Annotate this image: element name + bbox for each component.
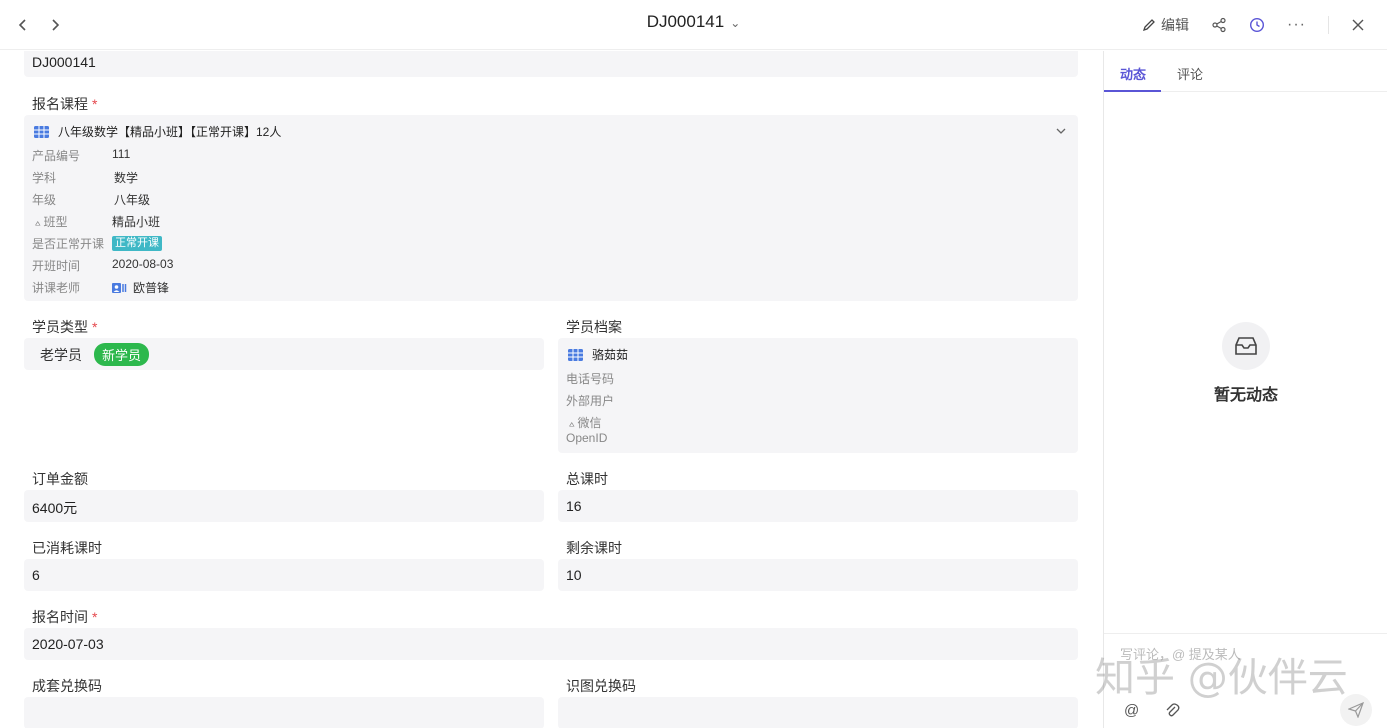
student-type-label: 学员类型 * — [32, 319, 98, 335]
course-field-value: 八年级 — [114, 193, 151, 207]
order-number-value: DJ000141 — [32, 54, 96, 70]
order-number-field[interactable]: DJ000141 — [24, 51, 1078, 77]
edit-label: 编辑 — [1161, 17, 1190, 33]
course-field-label: 是否正常开课 — [32, 237, 105, 251]
record-form: DJ000141 报名课程 * 八年级数学【精品小班】【正常开课】12人 产品编号… — [0, 51, 1103, 728]
used-hours-value: 6 — [32, 567, 40, 583]
history-button[interactable] — [1249, 17, 1265, 33]
course-label: 报名课程 * — [32, 96, 98, 112]
tab-activity[interactable]: 动态 — [1120, 64, 1146, 83]
contact-card-icon — [112, 282, 127, 293]
course-field-value: 精品小班 — [112, 215, 161, 229]
top-bar: DJ000141 ⌄ 编辑 ··· — [0, 0, 1387, 50]
course-field-value: 111 — [112, 147, 131, 161]
course-field-label: 讲课老师 — [32, 281, 81, 295]
signup-time-field[interactable]: 2020-07-03 — [24, 628, 1078, 660]
more-button[interactable]: ··· — [1287, 16, 1306, 34]
student-name: 骆茹茹 — [592, 348, 629, 362]
share-button[interactable] — [1211, 17, 1227, 33]
remaining-hours-value: 10 — [566, 567, 582, 583]
mention-icon[interactable]: @ — [1124, 702, 1139, 719]
empty-state-text: 暂无动态 — [1213, 387, 1278, 404]
signup-time-value: 2020-07-03 — [32, 636, 104, 652]
teacher-value: 欧普锋 — [112, 279, 169, 296]
image-code-field[interactable] — [558, 697, 1078, 728]
close-button[interactable] — [1351, 18, 1365, 32]
image-code-label: 识图兑换码 — [566, 678, 636, 694]
student-profile-field[interactable]: 骆茹茹 电话号码 外部用户 ⩟ 微信 OpenID — [558, 338, 1078, 453]
option-old-student[interactable]: 老学员 — [40, 345, 82, 365]
signup-time-label: 报名时间 * — [32, 609, 98, 625]
order-amount-value: 6400元 — [32, 500, 78, 516]
remaining-hours-field[interactable]: 10 — [558, 559, 1078, 591]
inbox-icon — [1235, 337, 1257, 355]
student-type-field[interactable]: 老学员 新学员 — [24, 338, 544, 370]
course-field-label: 学科 — [32, 171, 57, 185]
table-grid-icon — [34, 125, 49, 138]
used-hours-field[interactable]: 6 — [24, 559, 544, 591]
edit-button[interactable]: 编辑 — [1142, 15, 1189, 35]
course-field-label: 开班时间 — [32, 259, 81, 273]
page-title: DJ000141 — [646, 12, 725, 31]
tab-comment[interactable]: 评论 — [1177, 64, 1203, 83]
pencil-icon — [1142, 19, 1155, 32]
active-tab-indicator — [1104, 90, 1161, 92]
total-hours-label: 总课时 — [566, 471, 608, 487]
course-field[interactable]: 八年级数学【精品小班】【正常开课】12人 产品编号 111 学科 数学 年级 八… — [24, 115, 1078, 301]
lookup-icon: ⩟ — [35, 218, 41, 228]
chevron-down-icon: ⌄ — [730, 16, 741, 30]
course-name: 八年级数学【精品小班】【正常开课】12人 — [58, 125, 282, 139]
profile-field-label: 电话号码 — [566, 372, 615, 386]
attachment-icon[interactable] — [1164, 702, 1180, 722]
course-field-value: 2020-08-03 — [112, 257, 174, 271]
option-new-student[interactable]: 新学员 — [94, 343, 150, 366]
course-field-label: 产品编号 — [32, 149, 81, 163]
order-amount-label: 订单金额 — [32, 471, 88, 487]
activity-tabs: 动态 评论 — [1104, 51, 1387, 92]
send-icon — [1348, 702, 1364, 718]
status-badge: 正常开课 — [112, 235, 162, 251]
course-field-label-class-type: ⩟ 班型 — [35, 215, 68, 229]
course-field-value: 数学 — [114, 171, 139, 185]
close-icon — [1352, 19, 1364, 31]
lookup-icon: ⩟ — [569, 419, 575, 429]
order-amount-field[interactable]: 6400元 — [24, 490, 544, 522]
course-field-label: 年级 — [32, 193, 57, 207]
activity-panel: 动态 评论 暂无动态 写评论，@ 提及某人 @ — [1103, 51, 1387, 728]
total-hours-field[interactable]: 16 — [558, 490, 1078, 522]
more-icon: ··· — [1287, 16, 1306, 33]
remaining-hours-label: 剩余课时 — [566, 540, 622, 556]
used-hours-label: 已消耗课时 — [32, 540, 102, 556]
profile-field-label: 外部用户 — [566, 394, 615, 408]
share-icon — [1212, 17, 1226, 33]
profile-field-label-wechat: ⩟ 微信 — [569, 416, 602, 430]
clock-icon — [1250, 17, 1265, 33]
chevron-down-icon[interactable] — [1056, 127, 1066, 135]
student-profile-label: 学员档案 — [566, 319, 622, 335]
empty-state-icon-wrap — [1222, 322, 1270, 370]
watermark: 知乎 @伙伴云 — [1095, 655, 1348, 701]
set-code-field[interactable] — [24, 697, 544, 728]
set-code-label: 成套兑换码 — [32, 678, 102, 694]
table-grid-icon — [568, 348, 583, 361]
total-hours-value: 16 — [566, 498, 582, 514]
student-profile-link[interactable]: 骆茹茹 — [568, 346, 628, 363]
toolbar-divider — [1328, 16, 1329, 34]
course-link[interactable]: 八年级数学【精品小班】【正常开课】12人 — [34, 123, 281, 140]
profile-field-label: OpenID — [566, 431, 608, 445]
